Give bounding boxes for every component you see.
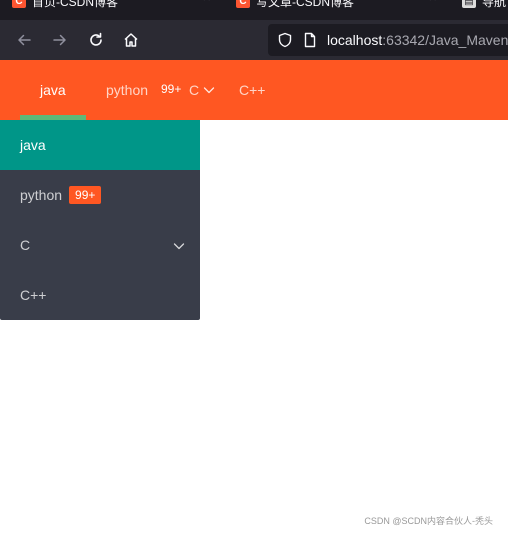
vnav-item-label: C bbox=[20, 237, 31, 253]
browser-toolbar: localhost:63342/Java_Maven bbox=[0, 20, 508, 60]
hnav-item-java[interactable]: java bbox=[40, 60, 66, 120]
forward-button[interactable] bbox=[48, 28, 72, 52]
vnav-item-label: python bbox=[20, 187, 63, 203]
home-button[interactable] bbox=[119, 28, 143, 52]
csdn-icon: C bbox=[12, 0, 26, 8]
vertical-nav: java python 99+ C C++ bbox=[0, 120, 200, 320]
vnav-item-python[interactable]: python 99+ bbox=[0, 170, 200, 220]
vnav-item-label: java bbox=[20, 137, 46, 153]
shield-icon[interactable] bbox=[277, 32, 293, 48]
vnav-item-java[interactable]: java bbox=[0, 120, 200, 170]
vnav-item-label: C++ bbox=[20, 287, 47, 303]
browser-tab-strip: C 首页-CSDN博客 ✕ C 写文章-CSDN博客 ✕ ▤ 导航 bbox=[0, 0, 508, 20]
hnav-item-c[interactable]: C bbox=[189, 60, 199, 120]
url-host: localhost bbox=[327, 32, 383, 48]
url-text: localhost:63342/Java_Maven bbox=[327, 32, 508, 48]
reload-button[interactable] bbox=[84, 28, 108, 52]
browser-tab-title: 首页-CSDN博客 bbox=[32, 0, 118, 9]
browser-tab-title: 导航 bbox=[482, 0, 507, 9]
csdn-icon: C bbox=[236, 0, 250, 8]
home-icon bbox=[124, 33, 138, 47]
close-tab-icon[interactable]: ✕ bbox=[202, 0, 211, 4]
watermark: CSDN @SCDN内容合伙人-秃头 bbox=[364, 516, 493, 526]
hnav-item-python[interactable]: python bbox=[106, 60, 148, 120]
browser-tab-2[interactable]: C 写文章-CSDN博客 bbox=[236, 0, 354, 11]
vnav-badge: 99+ bbox=[69, 186, 102, 204]
arrow-right-icon bbox=[53, 34, 66, 46]
close-tab-icon[interactable]: ✕ bbox=[428, 0, 437, 4]
hnav-badge: 99+ bbox=[161, 82, 182, 96]
page-icon: ▤ bbox=[462, 0, 476, 8]
chevron-down-icon bbox=[203, 87, 215, 94]
hnav-item-cpp[interactable]: C++ bbox=[239, 60, 265, 120]
browser-tab-title: 写文章-CSDN博客 bbox=[256, 0, 354, 9]
reload-icon bbox=[90, 32, 102, 46]
vnav-item-cpp[interactable]: C++ bbox=[0, 270, 200, 320]
page-icon[interactable] bbox=[302, 32, 318, 48]
arrow-left-icon bbox=[18, 34, 31, 46]
url-path: :63342/Java_Maven bbox=[382, 32, 508, 48]
chevron-down-icon bbox=[173, 243, 185, 250]
browser-tab-3[interactable]: ▤ 导航 bbox=[462, 0, 506, 11]
vnav-item-c[interactable]: C bbox=[0, 220, 200, 270]
browser-tab-1[interactable]: C 首页-CSDN博客 bbox=[12, 0, 118, 11]
back-button[interactable] bbox=[12, 28, 36, 52]
address-bar[interactable]: localhost:63342/Java_Maven bbox=[268, 24, 508, 56]
